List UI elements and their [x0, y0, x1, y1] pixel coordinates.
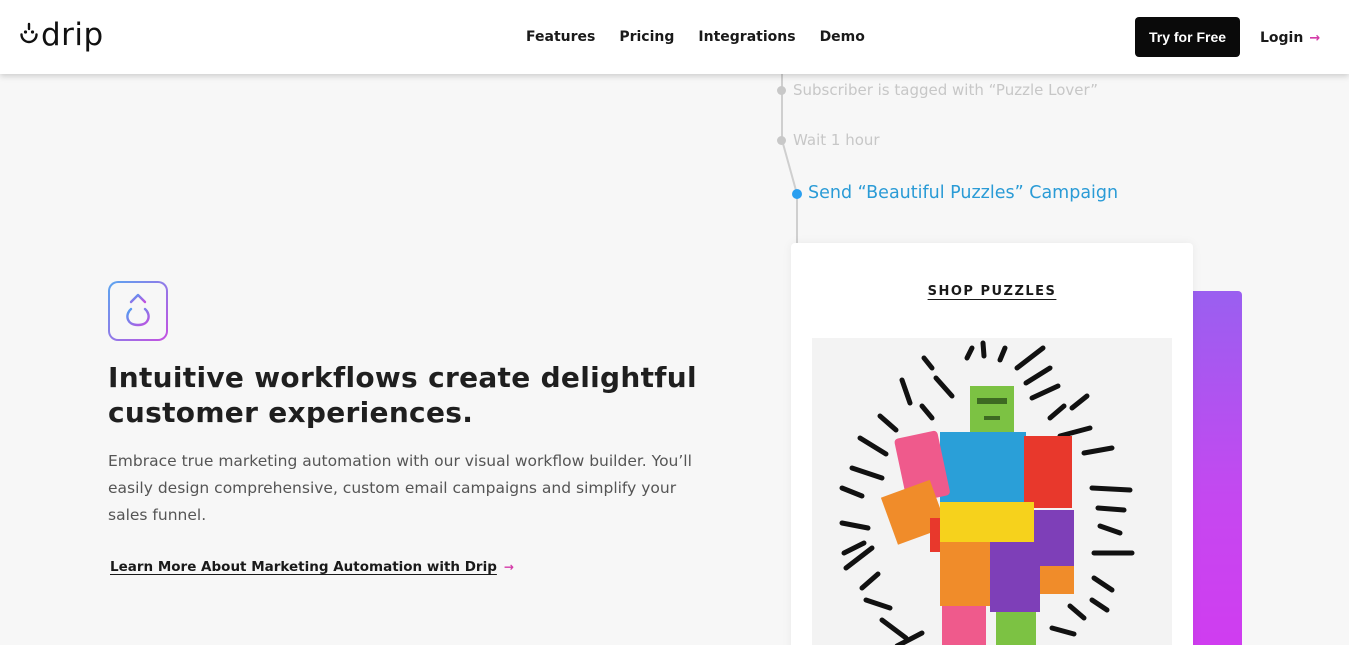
logo-text: drip — [41, 17, 104, 53]
colorful-wooden-puzzle-robot-image — [839, 340, 1135, 645]
drip-smile-icon — [20, 22, 38, 44]
arrow-right-icon: → — [503, 560, 514, 574]
workflow-drip-icon — [108, 281, 168, 341]
learn-more-label: Learn More About Marketing Automation wi… — [110, 559, 497, 575]
nav-features[interactable]: Features — [526, 28, 595, 46]
timeline-connector — [796, 198, 798, 244]
workflow-step-send-campaign: Send “Beautiful Puzzles” Campaign — [808, 183, 1119, 203]
timeline-dot-active — [792, 189, 802, 199]
site-header: drip Features Pricing Integrations Demo … — [0, 0, 1349, 74]
arrow-right-icon: → — [1309, 30, 1321, 46]
puzzle-robot-image — [812, 338, 1172, 645]
nav-demo[interactable]: Demo — [820, 28, 865, 46]
learn-more-link[interactable]: Learn More About Marketing Automation wi… — [110, 559, 514, 575]
workflow-step-tagged: Subscriber is tagged with “Puzzle Lover” — [793, 81, 1099, 99]
hero-description: Embrace true marketing automation with o… — [108, 452, 692, 524]
nav-integrations[interactable]: Integrations — [698, 28, 795, 46]
shop-puzzles-link[interactable]: SHOP PUZZLES — [791, 284, 1193, 299]
main-nav: Features Pricing Integrations Demo — [526, 28, 889, 46]
login-link[interactable]: Login → — [1260, 30, 1320, 46]
hero-headline: Intuitive workflows create delightful cu… — [108, 361, 697, 429]
timeline-dot — [777, 136, 786, 145]
drip-logo[interactable]: drip — [19, 17, 104, 53]
workflow-step-wait: Wait 1 hour — [793, 131, 880, 149]
nav-pricing[interactable]: Pricing — [619, 28, 674, 46]
timeline-dot — [777, 86, 786, 95]
timeline-connector — [781, 74, 783, 142]
drip-arrow-icon — [126, 293, 150, 327]
email-preview-card: SHOP PUZZLES — [791, 243, 1193, 645]
login-label: Login — [1260, 30, 1304, 46]
try-for-free-button[interactable]: Try for Free — [1135, 17, 1240, 57]
